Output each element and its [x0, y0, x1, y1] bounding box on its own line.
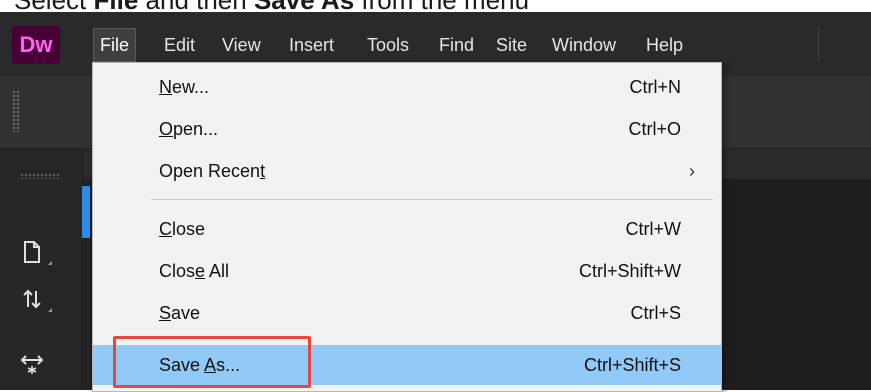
menu-item-shortcut: Ctrl+O — [628, 119, 681, 139]
menu-item-close[interactable]: Close Ctrl+W — [93, 209, 721, 249]
menu-item-label: Close — [159, 219, 206, 239]
menu-view[interactable]: View — [216, 29, 267, 61]
menu-find[interactable]: Find — [433, 29, 480, 61]
menu-separator — [151, 199, 713, 200]
menu-file[interactable]: File — [92, 28, 137, 62]
menu-item-shortcut: Ctrl+N — [629, 77, 681, 97]
menu-site[interactable]: Site — [490, 29, 533, 61]
expand-icon[interactable] — [12, 345, 52, 381]
menu-item-label: Open... — [159, 119, 219, 139]
menu-item-shortcut: Ctrl+S — [630, 303, 681, 323]
menu-item-save[interactable]: Save Ctrl+S — [93, 293, 721, 333]
menu-item-shortcut: Ctrl+W — [625, 219, 682, 239]
left-tool-panel — [0, 149, 83, 390]
menu-item-open[interactable]: Open... Ctrl+O — [93, 109, 721, 149]
panel-grip[interactable] — [20, 173, 60, 179]
menu-item-shortcut: Ctrl+Shift+W — [578, 261, 681, 281]
save-as-callout-box — [113, 336, 311, 388]
menu-tools[interactable]: Tools — [361, 29, 415, 61]
menu-help[interactable]: Help — [640, 29, 689, 61]
menu-edit[interactable]: Edit — [158, 29, 201, 61]
menu-item-shortcut: Ctrl+Shift+S — [583, 355, 681, 375]
menu-window[interactable]: Window — [546, 29, 622, 61]
menu-item-new[interactable]: New... Ctrl+N — [93, 67, 721, 107]
menu-item-label: Open Recent — [159, 161, 266, 181]
submenu-arrow-icon: › — [689, 161, 695, 181]
menubar-divider — [818, 26, 819, 62]
menu-item-label: New... — [159, 77, 210, 97]
menu-insert[interactable]: Insert — [283, 29, 340, 61]
dreamweaver-logo: Dw — [12, 26, 60, 64]
active-panel-indicator — [82, 186, 90, 238]
transfer-icon[interactable] — [12, 280, 52, 316]
menu-item-close-all[interactable]: Close All Ctrl+Shift+W — [93, 251, 721, 291]
menu-item-label: Save — [159, 303, 201, 323]
menu-item-open-recent[interactable]: Open Recent › — [93, 151, 721, 191]
new-file-icon[interactable] — [12, 233, 52, 269]
toolbar-grip[interactable] — [12, 90, 20, 132]
menu-item-label: Close All — [159, 261, 230, 281]
